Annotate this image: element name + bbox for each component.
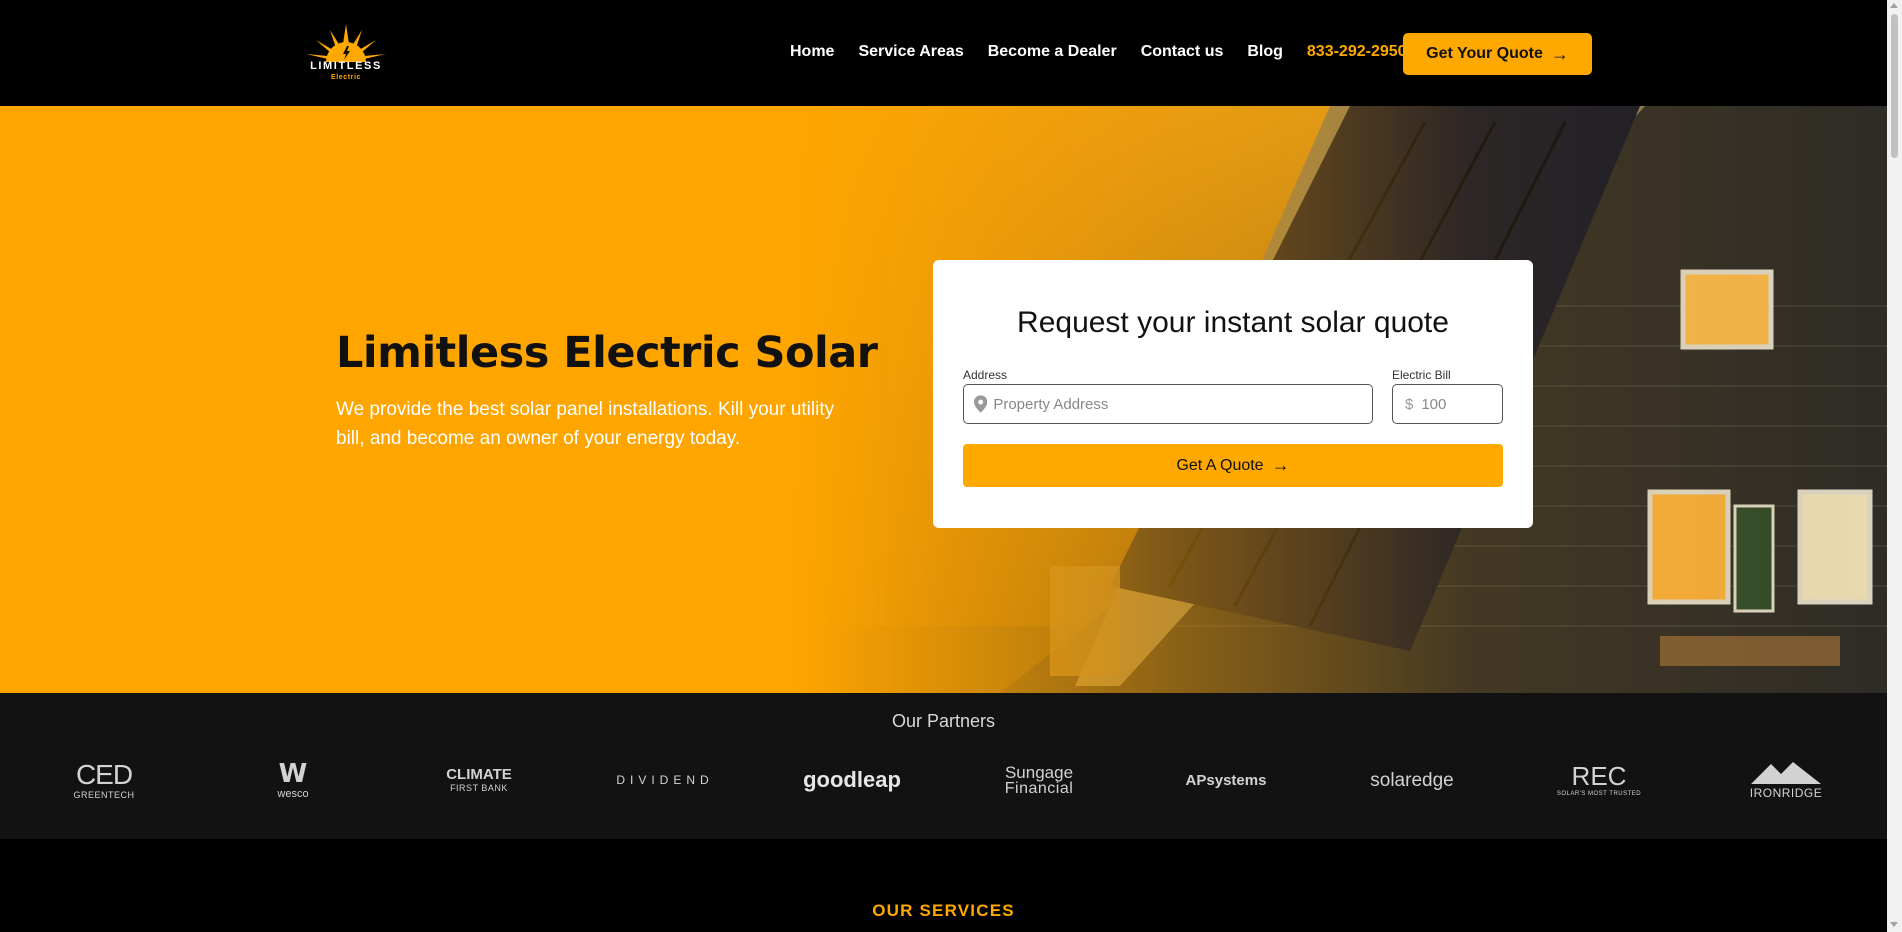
site-header: LIMITLESS Electric Home Service Areas Be… — [0, 0, 1887, 106]
logo-subtitle: Electric — [330, 74, 362, 81]
page-scrollbar[interactable] — [1887, 0, 1902, 932]
partners-title: Our Partners — [891, 711, 996, 731]
partner-logo-rec[interactable]: REC SOLAR'S MOST TRUSTED — [1529, 755, 1669, 805]
partners-section: Our Partners CED GREENTECH W wesco CLIMA… — [0, 693, 1887, 839]
address-field[interactable] — [963, 384, 1373, 424]
partner-logo-goodleap[interactable]: goodleap — [782, 755, 922, 805]
get-your-quote-button[interactable]: Get Your Quote → — [1403, 33, 1592, 75]
partner-logo-climate-first-bank[interactable]: CLIMATE FIRST BANK — [409, 755, 549, 805]
partner-logo-wesco[interactable]: W wesco — [223, 755, 363, 805]
address-label: Address — [963, 368, 1008, 382]
quote-form-card: Request your instant solar quote Address… — [933, 260, 1533, 528]
hero-section: Limitless Electric Solar We provide the … — [0, 106, 1887, 693]
arrow-right-icon: → — [1550, 43, 1569, 64]
partner-logo-solaredge[interactable]: solaredge — [1342, 755, 1482, 805]
partner-logo-sungage[interactable]: Sungage Financial — [969, 755, 1109, 805]
quote-form-title: Request your instant solar quote — [1017, 306, 1449, 339]
scroll-down-icon[interactable] — [1890, 922, 1898, 927]
electric-bill-input[interactable] — [1421, 395, 1502, 413]
scrollbar-thumb[interactable] — [1891, 14, 1898, 158]
sunburst-icon — [306, 24, 386, 62]
scroll-up-icon[interactable] — [1890, 3, 1898, 8]
map-pin-icon — [974, 395, 988, 413]
partner-logo-ironridge[interactable]: IRONRIDGE — [1716, 755, 1856, 805]
services-title: OUR SERVICES — [872, 901, 1015, 920]
electric-bill-label: Electric Bill — [1392, 368, 1451, 382]
mountain-icon — [1751, 761, 1821, 784]
partner-logo-apsystems[interactable]: APsystems — [1156, 755, 1296, 805]
currency-symbol: $ — [1405, 395, 1414, 413]
electric-bill-field[interactable]: $ — [1392, 384, 1503, 424]
nav-service-areas[interactable]: Service Areas — [858, 43, 963, 61]
address-input[interactable] — [993, 395, 1372, 413]
partner-logo-ced[interactable]: CED GREENTECH — [34, 755, 174, 805]
cta-label: Get Your Quote — [1426, 45, 1543, 62]
nav-contact-us[interactable]: Contact us — [1141, 43, 1224, 61]
get-a-quote-button[interactable]: Get A Quote → — [963, 444, 1503, 487]
services-section: OUR SERVICES — [0, 839, 1887, 932]
arrow-right-icon: → — [1271, 455, 1290, 475]
submit-label: Get A Quote — [1176, 456, 1264, 474]
nav-home[interactable]: Home — [790, 43, 834, 61]
phone-link[interactable]: 833-292-2950 — [1307, 43, 1407, 61]
logo-wordmark: LIMITLESS — [310, 60, 382, 72]
nav-become-dealer[interactable]: Become a Dealer — [988, 43, 1117, 61]
main-nav: Home Service Areas Become a Dealer Conta… — [790, 43, 1423, 61]
nav-blog[interactable]: Blog — [1247, 43, 1283, 61]
brand-logo[interactable]: LIMITLESS Electric — [300, 22, 392, 84]
partner-logo-dividend[interactable]: DIVIDEND — [595, 755, 735, 805]
hero-title: Limitless Electric Solar — [336, 328, 878, 378]
hero-subtitle: We provide the best solar panel installa… — [336, 399, 835, 449]
partner-logo-row: CED GREENTECH W wesco CLIMATE FIRST BANK… — [0, 755, 1887, 805]
